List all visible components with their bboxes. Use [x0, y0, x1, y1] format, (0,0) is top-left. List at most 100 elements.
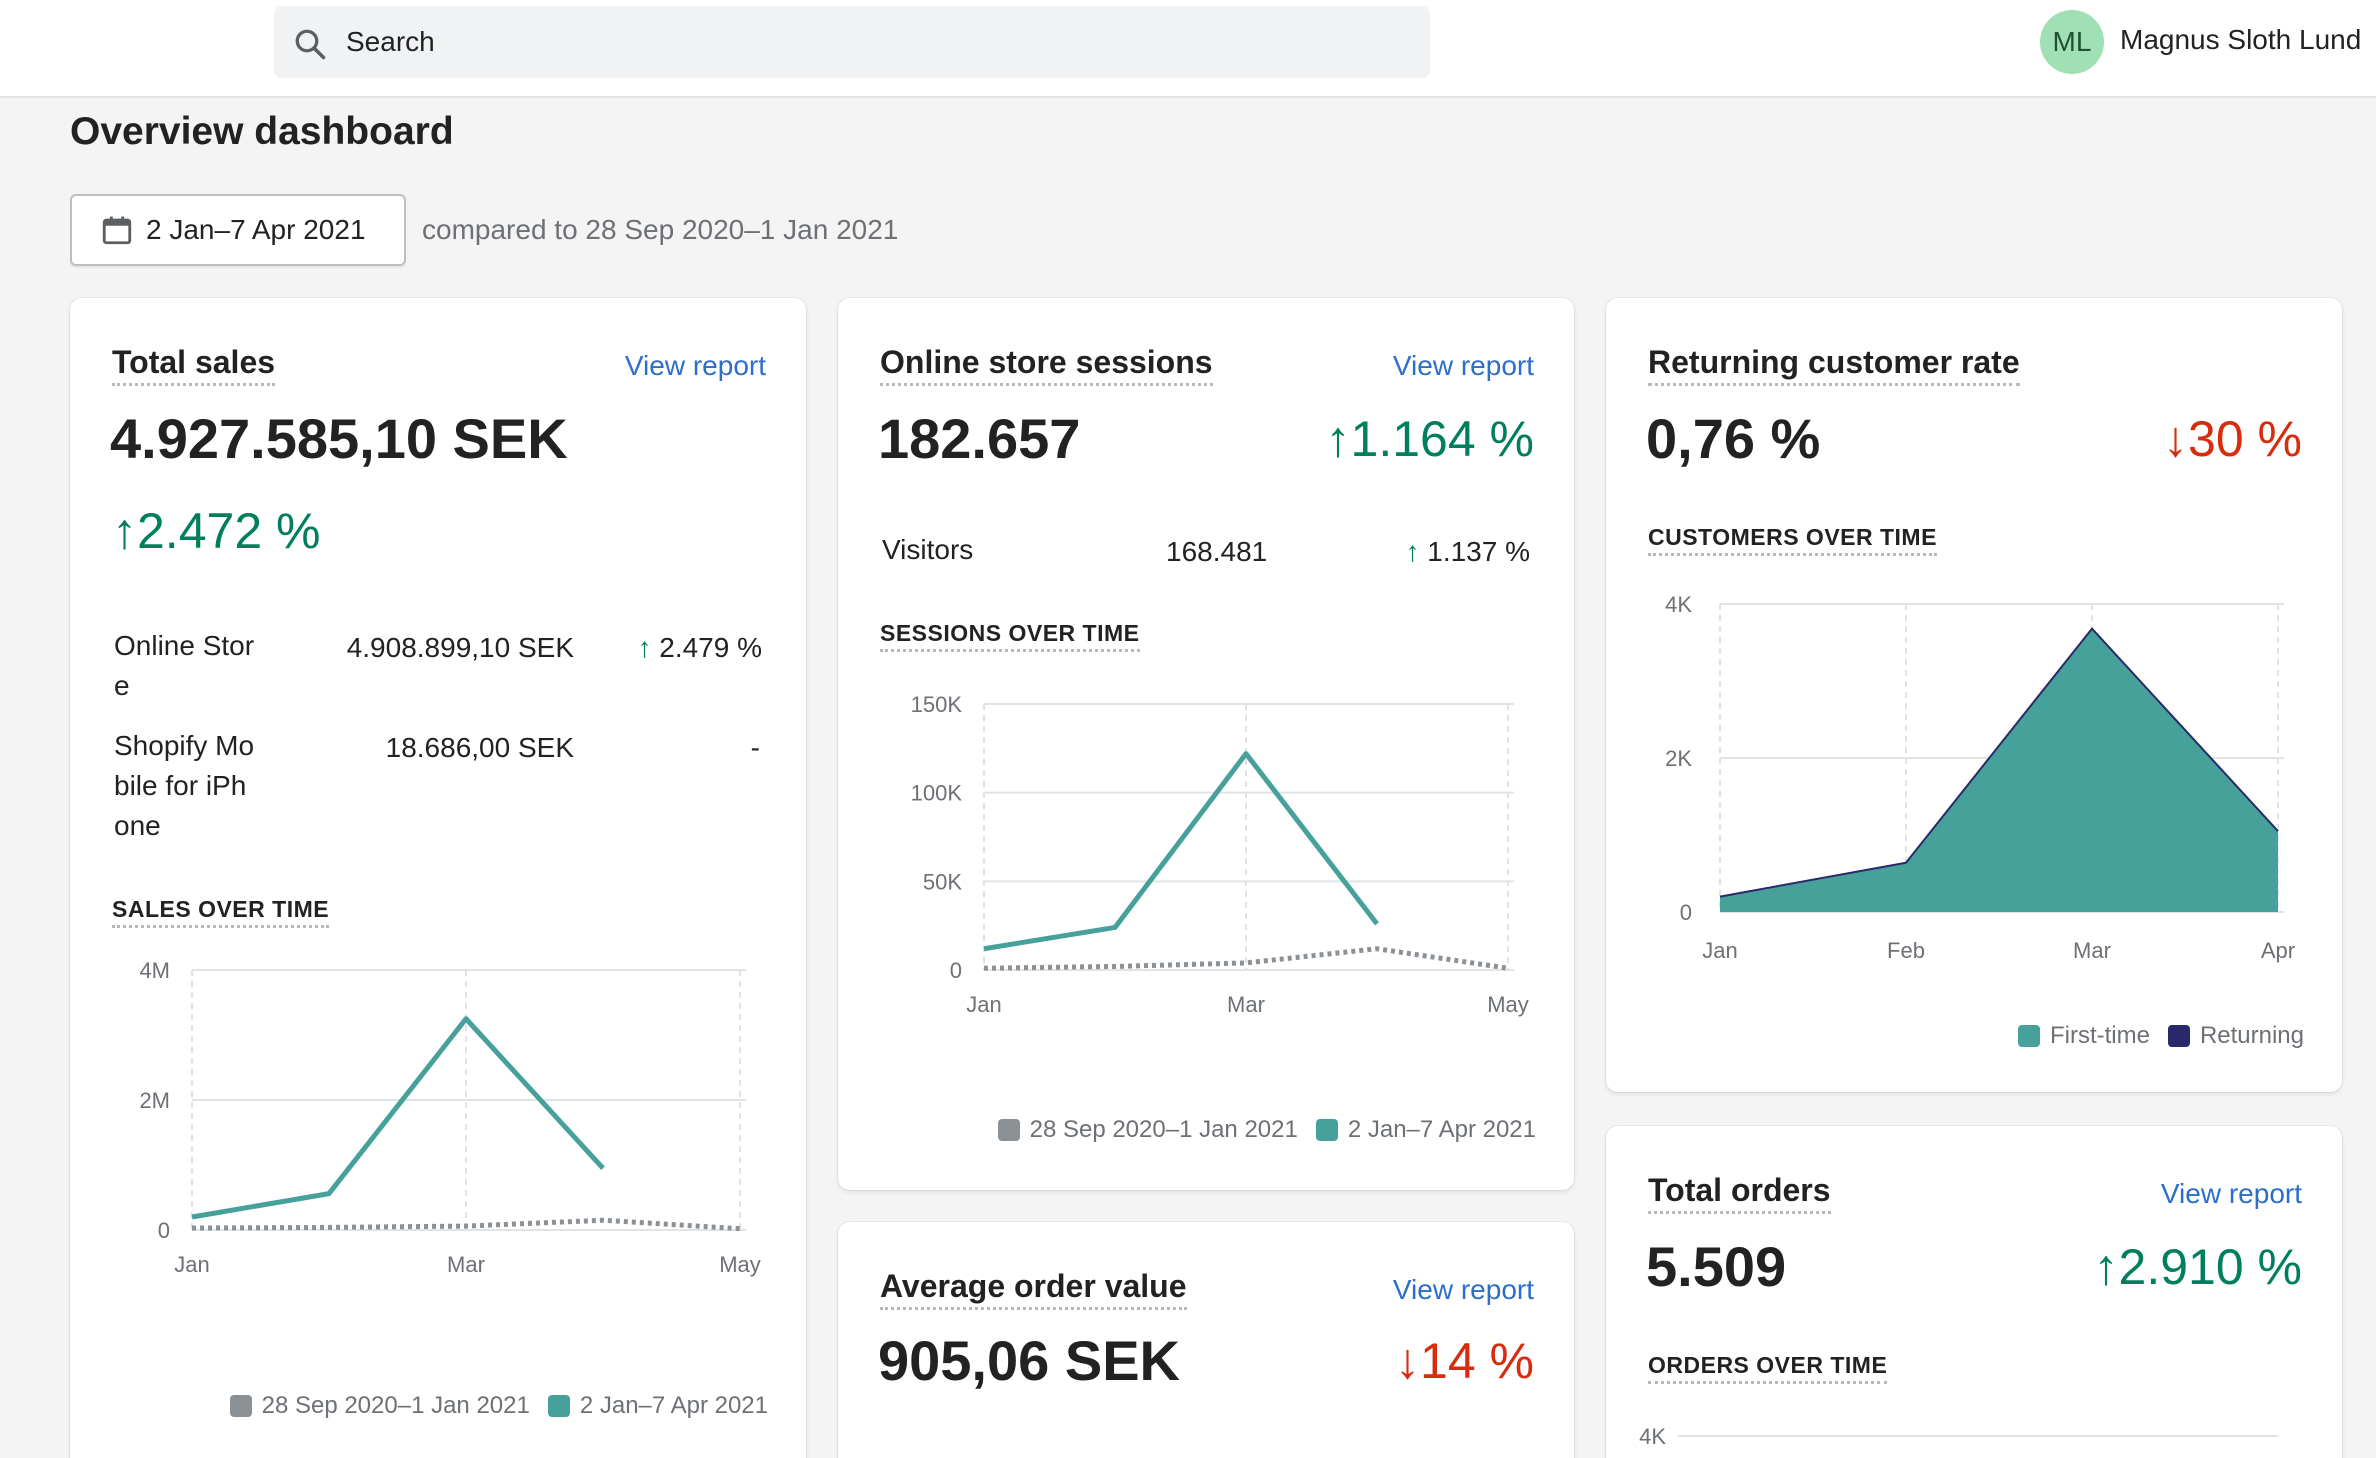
legend-item: 2 Jan–7 Apr 2021 — [547, 1392, 768, 1420]
total-sales-card: Total sales View report 4.927.585,10 SEK… — [70, 298, 806, 1458]
y-tick-label: 0 — [1680, 900, 1692, 925]
aov-delta-value: 14 % — [1420, 1333, 1534, 1389]
date-range-label: 2 Jan–7 Apr 2021 — [146, 214, 366, 245]
search-bar[interactable] — [274, 6, 1430, 78]
aov-view-report-link[interactable]: View report — [1393, 1274, 1534, 1306]
visitors-change: ↑ 1.137 % — [1405, 536, 1530, 568]
y-tick-label: 2M — [139, 1088, 170, 1113]
legend-swatch — [229, 1395, 252, 1417]
channel-label-line: bile for iPh — [114, 770, 247, 801]
y-tick-label: 100K — [911, 781, 963, 806]
legend-swatch — [547, 1395, 570, 1417]
arrow-up-icon: ↑ — [112, 503, 137, 559]
y-tick-label: 4K — [1639, 1424, 1666, 1449]
legend-label: 2 Jan–7 Apr 2021 — [579, 1392, 768, 1419]
y-tick-label: 0 — [950, 958, 962, 983]
series-line-current-period — [983, 751, 1379, 952]
orders-value: 5.509 — [1646, 1235, 1787, 1298]
returning-customer-rate-card: Returning customer rate 0,76 % ↓30 % CUS… — [1606, 298, 2342, 1092]
total-sales-title[interactable]: Total sales — [112, 344, 276, 386]
channel-change: ↑ 2.479 % — [637, 632, 762, 664]
y-tick-label: 4M — [139, 958, 170, 983]
legend-label: First-time — [2049, 1022, 2150, 1049]
sessions-delta: ↑1.164 % — [1326, 410, 1534, 468]
aov-title[interactable]: Average order value — [880, 1268, 1187, 1310]
x-tick-label: May — [1487, 992, 1529, 1017]
sessions-chart-legend: 28 Sep 2020–1 Jan 2021 2 Jan–7 Apr 2021 — [997, 1116, 1536, 1144]
x-tick-label: Mar — [2073, 938, 2111, 963]
aov-value: 905,06 SEK — [878, 1329, 1180, 1392]
average-order-value-card: Average order value View report 905,06 S… — [838, 1222, 1574, 1458]
customers-chart-label[interactable]: CUSTOMERS OVER TIME — [1648, 524, 1937, 556]
sessions-delta-value: 1.164 % — [1350, 411, 1534, 467]
sessions-title[interactable]: Online store sessions — [880, 344, 1213, 386]
x-tick-label: Mar — [447, 1252, 485, 1277]
channel-label-line: Shopify Mo — [114, 730, 255, 761]
total-sales-delta: ↑2.472 % — [112, 502, 320, 560]
x-tick-label: Jan — [966, 992, 1001, 1017]
legend-label: 28 Sep 2020–1 Jan 2021 — [1029, 1116, 1298, 1143]
channel-change-value: 2.479 % — [659, 632, 762, 663]
orders-delta-value: 2.910 % — [2118, 1239, 2302, 1295]
customers-chart-legend: First-time Returning — [2017, 1022, 2304, 1050]
arrow-up-icon: ↑ — [2093, 1239, 2119, 1295]
user-name[interactable]: Magnus Sloth Lund — [2120, 24, 2361, 56]
x-tick-label: Jan — [1702, 938, 1737, 963]
channel-label: Shopify Mo bile for iPh one — [114, 726, 284, 846]
arrow-up-icon: ↑ — [1325, 411, 1351, 467]
avatar[interactable]: ML — [2040, 10, 2104, 74]
returning-title[interactable]: Returning customer rate — [1648, 344, 2020, 386]
sales-chart-label[interactable]: SALES OVER TIME — [112, 896, 330, 928]
sessions-chart-label[interactable]: SESSIONS OVER TIME — [880, 620, 1140, 652]
x-tick-label: Feb — [1887, 938, 1925, 963]
visitors-change-value: 1.137 % — [1427, 536, 1530, 567]
sessions-view-report-link[interactable]: View report — [1393, 350, 1534, 382]
arrow-up-icon: ↑ — [637, 632, 652, 663]
legend-swatch — [1315, 1119, 1338, 1141]
legend-swatch — [2167, 1025, 2190, 1047]
sales-over-time-chart: 0 2M 4M Jan Mar May — [139, 958, 761, 1277]
legend-item: 28 Sep 2020–1 Jan 2021 — [229, 1392, 530, 1420]
returning-delta: ↓30 % — [2163, 410, 2302, 468]
series-line-previous-period — [191, 1217, 741, 1232]
x-tick-label: May — [719, 1252, 761, 1277]
orders-title[interactable]: Total orders — [1648, 1172, 1831, 1214]
x-tick-label: Mar — [1227, 992, 1265, 1017]
legend-item: Returning — [2167, 1022, 2304, 1050]
sessions-over-time-chart: 0 50K 100K 150K Jan Mar May — [911, 692, 1529, 1017]
channel-label-line: e — [114, 670, 130, 701]
aov-delta: ↓14 % — [1395, 1332, 1534, 1390]
channel-amount: 18.686,00 SEK — [385, 732, 574, 763]
channel-change: - — [750, 732, 760, 763]
sales-chart-legend: 28 Sep 2020–1 Jan 2021 2 Jan–7 Apr 2021 — [229, 1392, 768, 1420]
returning-value: 0,76 % — [1646, 407, 1821, 470]
date-range-button[interactable]: 2 Jan–7 Apr 2021 — [70, 194, 406, 266]
y-tick-label: 0 — [158, 1218, 170, 1243]
channel-label-line: Online Stor — [114, 630, 255, 661]
online-store-sessions-card: Online store sessions View report 182.65… — [838, 298, 1574, 1190]
orders-chart-label[interactable]: ORDERS OVER TIME — [1648, 1352, 1888, 1384]
orders-view-report-link[interactable]: View report — [2161, 1178, 2302, 1210]
y-tick-label: 150K — [911, 692, 963, 717]
channel-amount: 4.908.899,10 SEK — [346, 632, 574, 663]
y-tick-label: 50K — [923, 869, 962, 894]
x-tick-label: Apr — [2261, 938, 2295, 963]
arrow-down-icon: ↓ — [2163, 411, 2189, 467]
area-first-time — [1720, 628, 2278, 912]
total-sales-view-report-link[interactable]: View report — [625, 350, 766, 382]
y-tick-label: 4K — [1665, 592, 1692, 617]
search-input[interactable] — [346, 20, 1406, 64]
orders-over-time-chart: 4K — [1639, 1424, 2278, 1449]
legend-item: 2 Jan–7 Apr 2021 — [1315, 1116, 1536, 1144]
visitors-value: 168.481 — [1166, 536, 1268, 567]
calendar-icon — [102, 216, 132, 245]
legend-item: First-time — [2017, 1022, 2150, 1050]
returning-delta-value: 30 % — [2188, 411, 2302, 467]
channel-label: Online Stor e — [114, 626, 284, 706]
y-tick-label: 2K — [1665, 746, 1692, 771]
x-tick-label: Jan — [174, 1252, 209, 1277]
legend-swatch — [997, 1119, 1020, 1141]
page-title: Overview dashboard — [70, 110, 454, 153]
legend-item: 28 Sep 2020–1 Jan 2021 — [997, 1116, 1298, 1144]
legend-label: 2 Jan–7 Apr 2021 — [1347, 1116, 1536, 1143]
